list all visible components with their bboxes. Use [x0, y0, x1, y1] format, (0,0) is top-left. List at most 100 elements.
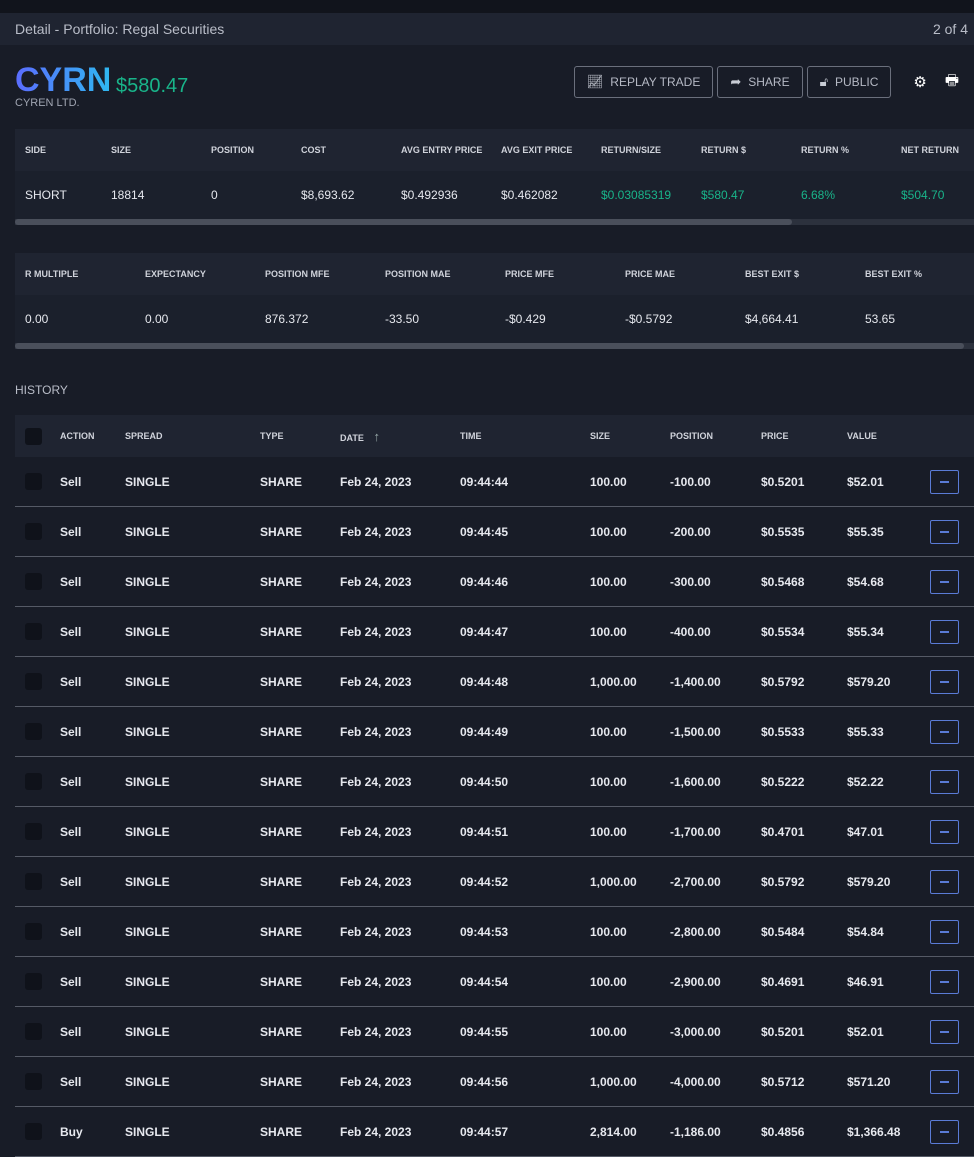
row-checkbox[interactable]: [25, 823, 42, 840]
column-header-date[interactable]: DATE ↑: [340, 429, 460, 444]
cell-position: -100.00: [670, 474, 711, 489]
cell-spread: SINGLE: [125, 1024, 170, 1039]
column-header-value[interactable]: VALUE: [847, 431, 927, 441]
row-checkbox[interactable]: [25, 623, 42, 640]
remove-row-button[interactable]: [930, 769, 959, 794]
table-row: Sell SINGLE SHARE Feb 24, 2023 09:44:52 1,000…: [15, 857, 974, 907]
minus-icon: [940, 1130, 949, 1133]
trade-header: CYRN $580.47 CYREN LTD. 📈︎ REPLAY TRADE ➦…: [0, 45, 974, 129]
scrollbar-thumb[interactable]: [15, 219, 792, 225]
cell-date: Feb 24, 2023: [340, 1074, 412, 1089]
remove-row-button[interactable]: [930, 1019, 959, 1044]
cell-price: $0.5534: [761, 624, 805, 639]
print-icon[interactable]: 🖶: [945, 70, 959, 95]
ticker-symbol: CYRN: [15, 61, 112, 99]
cell-size: 100.00: [590, 474, 627, 489]
row-checkbox[interactable]: [25, 1123, 42, 1140]
column-header-price[interactable]: PRICE: [761, 431, 847, 441]
cell-value: $579.20: [847, 674, 891, 689]
cell-date: Feb 24, 2023: [340, 574, 412, 589]
row-checkbox[interactable]: [25, 1073, 42, 1090]
remove-row-button[interactable]: [930, 1069, 959, 1094]
cell-date: Feb 24, 2023: [340, 924, 412, 939]
column-header-position[interactable]: POSITION: [670, 431, 761, 441]
row-checkbox[interactable]: [25, 923, 42, 940]
stats-value: $8,693.62: [301, 188, 355, 202]
public-button[interactable]: 🔓︎ PUBLIC: [806, 66, 892, 98]
column-header-spread[interactable]: SPREAD: [125, 431, 260, 441]
cell-time: 09:44:48: [460, 674, 509, 689]
cell-price: $0.4856: [761, 1124, 805, 1139]
row-checkbox[interactable]: [25, 773, 42, 790]
history-header-row: ACTION SPREAD TYPE DATE ↑ TIME SIZE POSITION PR…: [15, 415, 974, 457]
remove-row-button[interactable]: [930, 869, 959, 894]
cell-value: $55.35: [847, 524, 884, 539]
stats-header-row: R MULTIPLE EXPECTANCY POSITION MFE POSITION…: [15, 253, 974, 295]
row-checkbox[interactable]: [25, 673, 42, 690]
cell-date: Feb 24, 2023: [340, 624, 412, 639]
cell-type: SHARE: [260, 624, 303, 639]
replay-trade-button[interactable]: 📈︎ REPLAY TRADE: [573, 66, 714, 98]
sort-arrow-up-icon[interactable]: ↑: [370, 429, 380, 444]
remove-row-button[interactable]: [930, 669, 959, 694]
cell-type: SHARE: [260, 1024, 303, 1039]
remove-row-button[interactable]: [930, 569, 959, 594]
column-header-size[interactable]: SIZE: [590, 431, 670, 441]
row-checkbox[interactable]: [25, 973, 42, 990]
remove-row-button[interactable]: [930, 919, 959, 944]
cell-value: $52.01: [847, 474, 884, 489]
cell-type: SHARE: [260, 524, 303, 539]
cell-time: 09:44:57: [460, 1124, 509, 1139]
stats-header: RETURN %: [801, 145, 850, 155]
remove-row-button[interactable]: [930, 619, 959, 644]
share-button[interactable]: ➦ SHARE: [717, 66, 803, 98]
scrollbar-thumb[interactable]: [15, 343, 965, 349]
share-icon: ➦: [730, 74, 742, 89]
cell-size: 100.00: [590, 824, 627, 839]
column-header-type[interactable]: TYPE: [260, 431, 340, 441]
cell-spread: SINGLE: [125, 1074, 170, 1089]
pager: 2 of 4: [932, 21, 968, 37]
stats-header: COST: [301, 145, 327, 155]
remove-row-button[interactable]: [930, 519, 959, 544]
row-checkbox[interactable]: [25, 1023, 42, 1040]
gear-icon[interactable]: ⚙: [913, 73, 926, 91]
horizontal-scrollbar[interactable]: [15, 219, 974, 225]
horizontal-scrollbar[interactable]: [15, 343, 974, 349]
cell-size: 2,814.00: [590, 1124, 637, 1139]
cell-position: -1,186.00: [670, 1124, 721, 1139]
remove-row-button[interactable]: [930, 1119, 959, 1144]
cell-date: Feb 24, 2023: [340, 724, 412, 739]
cell-spread: SINGLE: [125, 774, 170, 789]
table-row: Sell SINGLE SHARE Feb 24, 2023 09:44:55 100.0…: [15, 1007, 974, 1057]
column-header-time[interactable]: TIME: [460, 431, 590, 441]
cell-price: $0.5712: [761, 1074, 805, 1089]
cell-action: Sell: [60, 674, 82, 689]
minus-icon: [940, 830, 949, 833]
cell-action: Sell: [60, 824, 82, 839]
table-row: Sell SINGLE SHARE Feb 24, 2023 09:44:45 100.0…: [15, 507, 974, 557]
remove-row-button[interactable]: [930, 819, 959, 844]
cell-position: -2,800.00: [670, 924, 721, 939]
column-header-action[interactable]: ACTION: [60, 431, 125, 441]
row-checkbox[interactable]: [25, 473, 42, 490]
cell-action: Sell: [60, 624, 82, 639]
stats-value: $0.462082: [501, 188, 558, 202]
cell-type: SHARE: [260, 824, 303, 839]
remove-row-button[interactable]: [930, 969, 959, 994]
minus-icon: [940, 1030, 949, 1033]
remove-row-button[interactable]: [930, 469, 959, 494]
row-checkbox[interactable]: [25, 723, 42, 740]
remove-row-button[interactable]: [930, 719, 959, 744]
select-all-checkbox[interactable]: [25, 427, 42, 445]
row-checkbox[interactable]: [25, 873, 42, 890]
minus-icon: [940, 980, 949, 983]
stats-value: 0.00: [25, 312, 49, 326]
row-checkbox[interactable]: [25, 573, 42, 590]
cell-value: $55.33: [847, 724, 884, 739]
table-row: Sell SINGLE SHARE Feb 24, 2023 09:44:47 100.0…: [15, 607, 974, 657]
stats-value: 876.372: [265, 312, 309, 326]
cell-type: SHARE: [260, 874, 303, 889]
cell-spread: SINGLE: [125, 974, 170, 989]
row-checkbox[interactable]: [25, 523, 42, 540]
